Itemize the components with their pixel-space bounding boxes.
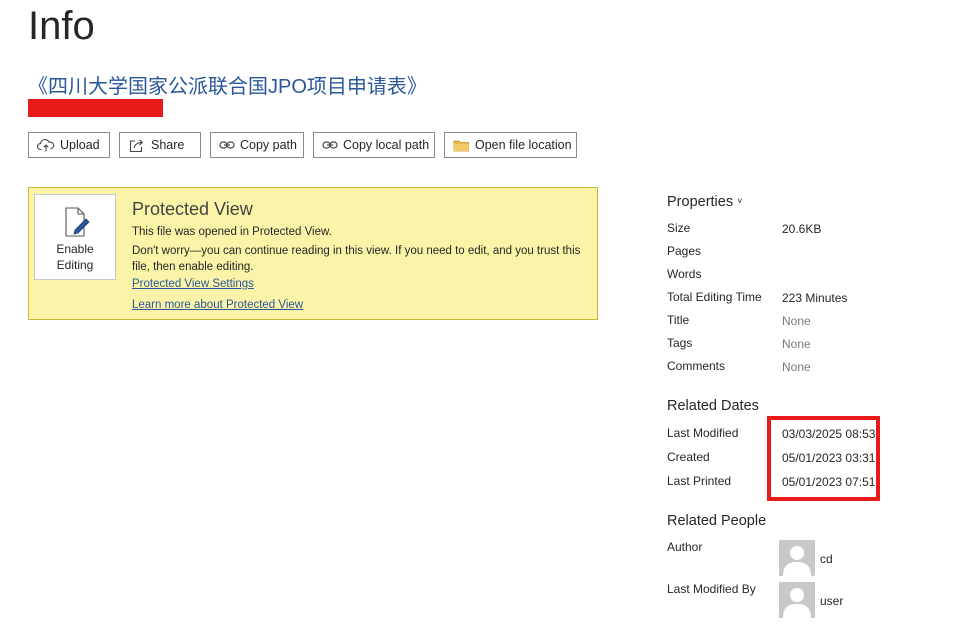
property-label-words: Words [667, 267, 702, 281]
learn-more-protected-view-link[interactable]: Learn more about Protected View [132, 299, 303, 311]
open-file-location-button[interactable]: Open file location [444, 132, 577, 158]
related-dates-header: Related Dates [667, 398, 759, 414]
property-value-total-editing-time: 223 Minutes [782, 291, 848, 305]
share-icon [128, 137, 146, 153]
last-modified-by-name[interactable]: user [820, 594, 843, 608]
property-label-title: Title [667, 313, 690, 327]
cloud-upload-icon [37, 137, 55, 153]
upload-button[interactable]: Upload [28, 132, 110, 158]
protected-view-explanation: Don't worry—you can continue reading in … [132, 245, 581, 273]
link-icon [219, 137, 235, 153]
link-icon [322, 137, 338, 153]
protected-view-message: This file was opened in Protected View. [132, 226, 332, 238]
redaction-mark [28, 99, 163, 117]
share-label: Share [151, 138, 185, 152]
properties-dropdown[interactable]: Properties ˅ [667, 194, 742, 210]
people-label-author: Author [667, 540, 703, 554]
protected-view-settings-link[interactable]: Protected View Settings [132, 278, 254, 290]
date-label-last-modified: Last Modified [667, 426, 739, 440]
property-value-title[interactable]: None [782, 314, 811, 328]
chevron-down-icon: ˅ [737, 196, 743, 206]
author-name[interactable]: cd [820, 552, 833, 566]
edit-document-icon [63, 207, 93, 242]
copy-path-label: Copy path [240, 138, 297, 152]
property-value-tags[interactable]: None [782, 337, 811, 351]
property-value-comments[interactable]: None [782, 360, 811, 374]
last-modified-by-avatar[interactable] [779, 582, 815, 618]
author-avatar[interactable] [779, 540, 815, 576]
copy-path-button[interactable]: Copy path [210, 132, 304, 158]
date-label-last-printed: Last Printed [667, 474, 732, 488]
folder-icon [453, 137, 470, 153]
enable-editing-button[interactable]: Enable Editing [34, 194, 116, 280]
property-label-tags: Tags [667, 336, 693, 350]
date-label-created: Created [667, 450, 710, 464]
document-title: 《四川大学国家公派联合国JPO项目申请表》 [28, 76, 427, 98]
protected-view-title: Protected View [132, 199, 253, 219]
page-title: Info [28, 4, 95, 48]
share-button[interactable]: Share [119, 132, 201, 158]
property-label-size: Size [667, 221, 691, 235]
enable-editing-label-line2: Editing [56, 258, 94, 272]
property-label-comments: Comments [667, 359, 726, 373]
property-label-pages: Pages [667, 244, 702, 258]
enable-editing-label-line1: Enable [56, 242, 94, 256]
people-label-last-modified-by: Last Modified By [667, 582, 756, 596]
copy-local-path-label: Copy local path [343, 138, 430, 152]
properties-header: Properties [667, 194, 734, 210]
property-value-size: 20.6KB [782, 222, 822, 236]
copy-local-path-button[interactable]: Copy local path [313, 132, 435, 158]
open-file-location-label: Open file location [475, 138, 572, 152]
person-icon [783, 546, 811, 576]
highlight-box [767, 416, 880, 501]
upload-label: Upload [60, 138, 100, 152]
property-label-total-editing-time: Total Editing Time [667, 290, 762, 304]
person-icon [783, 588, 811, 618]
related-people-header: Related People [667, 513, 767, 529]
protected-view-panel: Enable Editing Protected View This file … [28, 187, 598, 320]
